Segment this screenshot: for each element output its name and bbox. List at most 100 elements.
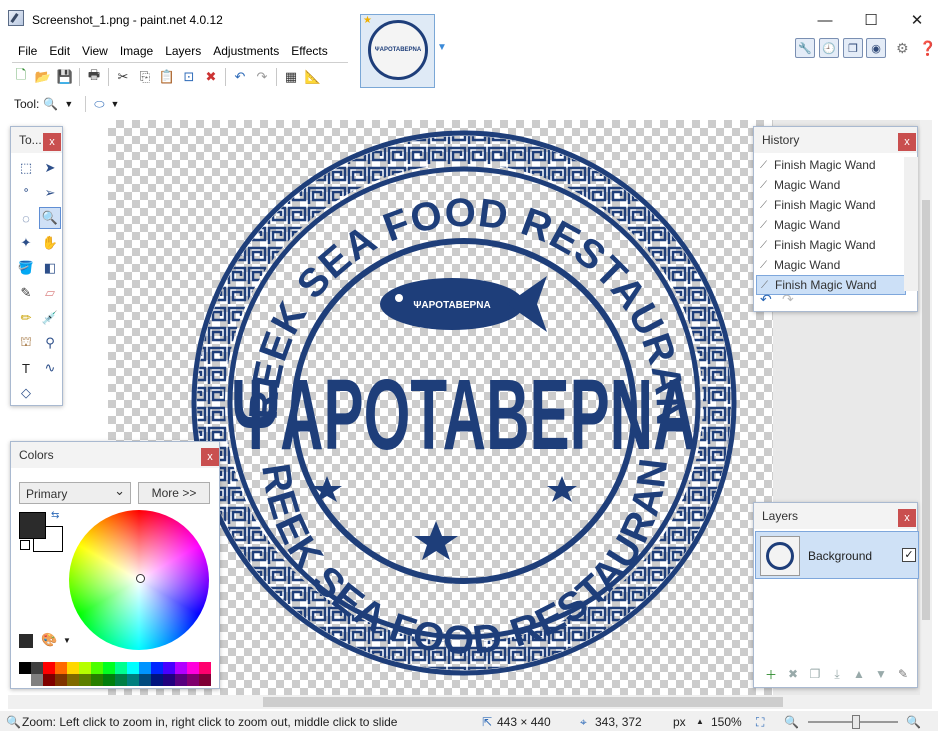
rulers-toggle-icon[interactable]: 📐 [302, 67, 324, 87]
history-item[interactable]: ⟋ Magic Wand [756, 215, 906, 235]
copy-icon[interactable]: ⎘ [134, 67, 156, 87]
color-palette[interactable] [19, 662, 211, 686]
history-item[interactable]: ⟋ Magic Wand [756, 255, 906, 275]
history-item-selected[interactable]: ⟋ Finish Magic Wand [756, 275, 906, 295]
layer-row[interactable]: Background ✓ [755, 531, 919, 579]
paint-bucket-icon[interactable]: 🪣 [15, 257, 37, 279]
color-picker-icon[interactable]: 💉 [39, 307, 61, 329]
zoom-to-window-icon[interactable]: ⛶ [756, 715, 764, 730]
eraser-icon[interactable]: ▱ [39, 282, 61, 304]
history-undo-icon[interactable]: ↶ [760, 291, 772, 308]
add-layer-icon[interactable]: ＋ [760, 666, 782, 683]
deselect-icon[interactable]: ✖ [200, 67, 222, 87]
layer-visibility-checkbox[interactable]: ✓ [902, 548, 916, 562]
history-redo-icon[interactable]: ↷ [782, 291, 794, 308]
layers-panel-close-button[interactable]: x [898, 509, 916, 527]
history-panel-close-button[interactable]: x [898, 133, 916, 151]
reset-colors-icon[interactable] [20, 540, 30, 550]
selection-mode-icon[interactable]: ⬭ [94, 97, 104, 112]
zoom-out-icon[interactable]: 🔍 [784, 715, 799, 729]
colors-window-toggle-icon[interactable]: ◉ [866, 38, 886, 58]
pencil-icon[interactable]: ✏ [15, 307, 37, 329]
tool-dropdown-icon[interactable]: ▼ [64, 99, 73, 109]
colors-panel-close-button[interactable]: x [201, 448, 219, 466]
history-item[interactable]: ⟋ Finish Magic Wand [756, 155, 906, 175]
horizontal-scrollbar[interactable] [8, 695, 932, 709]
tools-window-toggle-icon[interactable]: 🔧 [795, 38, 815, 58]
minimize-button[interactable]: — [810, 8, 840, 32]
open-file-icon[interactable]: 📂 [32, 67, 54, 87]
shapes-icon[interactable]: ◇ [15, 382, 37, 404]
vertical-scrollbar[interactable] [920, 120, 932, 695]
status-bar: 🔍 Zoom: Left click to zoom in, right cli… [0, 711, 938, 731]
history-item[interactable]: ⟋ Finish Magic Wand [756, 235, 906, 255]
vertical-scroll-thumb[interactable] [922, 200, 930, 620]
menu-effects[interactable]: Effects [285, 40, 333, 62]
merge-layer-down-icon[interactable]: ⤓ [826, 667, 848, 682]
selection-mode-dropdown-icon[interactable]: ▼ [110, 99, 119, 109]
history-item[interactable]: ⟋ Finish Magic Wand [756, 195, 906, 215]
recolor-icon[interactable]: ⚲ [39, 332, 61, 354]
move-layer-down-icon[interactable]: ▼ [870, 667, 892, 681]
ellipse-select-icon[interactable]: ◌ [15, 207, 37, 229]
tools-panel-close-button[interactable]: x [43, 133, 61, 151]
duplicate-layer-icon[interactable]: ❐ [804, 667, 826, 681]
close-window-button[interactable]: ✕ [902, 8, 932, 32]
history-window-toggle-icon[interactable]: 🕘 [819, 38, 839, 58]
save-icon[interactable]: 💾 [54, 67, 76, 87]
crop-to-selection-icon[interactable]: ⊡ [178, 67, 200, 87]
rectangle-select-icon[interactable]: ⬚ [15, 157, 37, 179]
image-tab-thumbnail[interactable]: ★ ΨΑΡΟΤΑΒΕΡΝΑ [360, 14, 435, 88]
primary-color-swatch[interactable] [19, 512, 46, 539]
text-tool-icon[interactable]: T [15, 357, 37, 379]
palette-menu-icon[interactable]: 🎨 [41, 632, 57, 648]
paintbrush-icon[interactable]: ✎ [15, 282, 37, 304]
zoom-in-icon[interactable]: 🔍 [906, 715, 921, 729]
units-dropdown-icon[interactable]: ▲ [696, 717, 704, 726]
move-selection-icon[interactable]: ➢ [39, 182, 61, 204]
redo-icon[interactable]: ↷ [251, 67, 273, 87]
delete-layer-icon[interactable]: ✖ [782, 667, 804, 681]
maximize-button[interactable]: ☐ [856, 8, 886, 32]
color-wheel-cursor[interactable] [136, 574, 145, 583]
settings-gear-icon[interactable]: ⚙ [896, 40, 909, 57]
clone-stamp-icon[interactable]: ⛫ [15, 332, 37, 354]
layer-properties-icon[interactable]: ✎ [892, 667, 914, 681]
line-curve-icon[interactable]: ∿ [39, 357, 61, 379]
paste-icon[interactable]: 📋 [156, 67, 178, 87]
more-colors-button[interactable]: More >> [138, 482, 210, 504]
print-icon[interactable]: 🖶 [83, 67, 105, 87]
menu-view[interactable]: View [76, 40, 114, 62]
zoom-tool-icon[interactable]: 🔍 [43, 97, 58, 111]
move-selected-pixels-icon[interactable]: ➤ [39, 157, 61, 179]
menu-adjustments[interactable]: Adjustments [207, 40, 285, 62]
history-panel: History x ⟋ Finish Magic Wand ⟋ Magic Wand… [753, 126, 918, 312]
history-item[interactable]: ⟋ Magic Wand [756, 175, 906, 195]
image-list-dropdown-icon[interactable]: ▼ [437, 42, 447, 53]
zoom-slider-thumb[interactable] [852, 715, 860, 729]
menu-layers[interactable]: Layers [159, 40, 207, 62]
zoom-level[interactable]: 150% [711, 715, 742, 729]
pan-hand-icon[interactable]: ✋ [39, 232, 61, 254]
cut-icon[interactable]: ✂ [112, 67, 134, 87]
swap-colors-icon[interactable]: ⇆ [51, 510, 59, 521]
help-icon[interactable]: ❓ [919, 40, 936, 57]
menu-image[interactable]: Image [114, 40, 159, 62]
grid-toggle-icon[interactable]: ▦ [280, 67, 302, 87]
new-image-icon[interactable]: 🗋 [10, 67, 32, 87]
move-layer-up-icon[interactable]: ▲ [848, 667, 870, 681]
add-to-palette-icon[interactable] [19, 634, 33, 648]
magic-wand-icon[interactable]: ✦ [15, 232, 37, 254]
color-mode-select[interactable]: Primary [19, 482, 131, 504]
menu-edit[interactable]: Edit [43, 40, 76, 62]
menu-file[interactable]: File [12, 40, 43, 62]
horizontal-scroll-thumb[interactable] [263, 697, 783, 707]
history-scrollbar[interactable] [904, 157, 918, 291]
lasso-select-icon[interactable]: ᐤ [15, 182, 37, 204]
layers-window-toggle-icon[interactable]: ❐ [843, 38, 863, 58]
undo-icon[interactable]: ↶ [229, 67, 251, 87]
palette-dropdown-icon[interactable]: ▼ [63, 636, 71, 645]
gradient-icon[interactable]: ◧ [39, 257, 61, 279]
zoom-tool-icon[interactable]: 🔍 [39, 207, 61, 229]
units-select[interactable]: px [673, 715, 686, 729]
